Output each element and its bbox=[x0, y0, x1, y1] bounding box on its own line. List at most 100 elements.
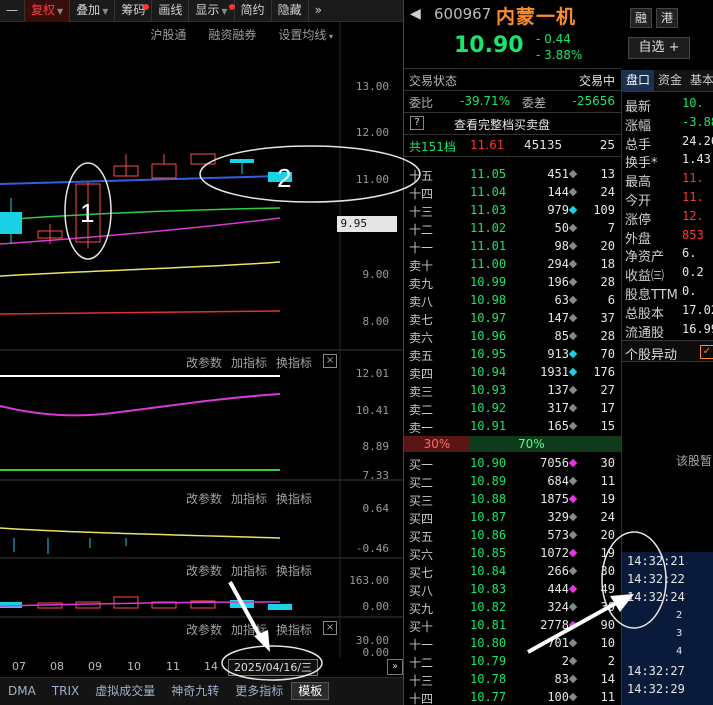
order-book-row[interactable]: 卖一 10.91 165 15 bbox=[404, 418, 621, 436]
order-book-row[interactable]: 买四 10.87 329 24 bbox=[404, 509, 621, 527]
order-level-label: 十三 bbox=[409, 205, 434, 219]
ma-settings-link[interactable]: 设置均线 bbox=[278, 26, 333, 43]
toolbar-display-button[interactable]: 显示 ▼ bbox=[189, 0, 235, 22]
order-book-row[interactable]: 十一 10.80 701 10 bbox=[404, 635, 621, 653]
full-book-row[interactable]: ? 查看完整档买卖盘 bbox=[404, 115, 621, 133]
kline-chart-area[interactable]: 沪股通 融资融券 设置均线 13.00 12.00 11.00 10.00 9.… bbox=[0, 22, 403, 705]
order-book-row[interactable]: 卖九 10.99 196 28 bbox=[404, 274, 621, 292]
hk-connect-link[interactable]: 沪股通 bbox=[150, 26, 186, 43]
margin-tag-button[interactable]: 融 bbox=[630, 8, 652, 28]
order-book-row[interactable]: 卖二 10.92 317 17 bbox=[404, 400, 621, 418]
order-book-row[interactable]: 卖四 10.94 1931 176 bbox=[404, 364, 621, 382]
order-volume: 144 bbox=[547, 185, 569, 199]
anomaly-checkbox[interactable]: ✓ bbox=[700, 345, 713, 359]
order-book-row[interactable]: 买六 10.85 1072 19 bbox=[404, 545, 621, 563]
toolbar-more-button[interactable]: » bbox=[309, 0, 328, 22]
hk-tag-button[interactable]: 港 bbox=[656, 8, 678, 28]
order-book-row[interactable]: 买十 10.81 2778 90 bbox=[404, 617, 621, 635]
info-value: 0. bbox=[682, 284, 697, 298]
order-volume: 324 bbox=[547, 600, 569, 614]
order-book-row[interactable]: 卖十 11.00 294 18 bbox=[404, 256, 621, 274]
toolbar-simple-button[interactable]: 简约 bbox=[235, 0, 272, 22]
order-count: 18 bbox=[600, 257, 615, 271]
order-book-row[interactable]: 买五 10.86 573 20 bbox=[404, 527, 621, 545]
swap-indicator-button[interactable]: 换指标 bbox=[276, 621, 312, 638]
swap-indicator-button[interactable]: 换指标 bbox=[276, 562, 312, 579]
divider bbox=[404, 90, 621, 91]
tab-basic[interactable]: 基本 bbox=[686, 70, 713, 91]
no-anomaly-text: 该股暂 bbox=[676, 454, 713, 468]
diamond-marker-icon bbox=[568, 421, 578, 431]
order-price: 10.87 bbox=[470, 510, 507, 524]
order-book-row[interactable]: 十五 11.05 451 13 bbox=[404, 166, 621, 184]
diamond-marker-icon bbox=[568, 169, 578, 179]
toolbar-hide-button[interactable]: 隐藏 bbox=[272, 0, 309, 22]
fast-forward-icon[interactable]: » bbox=[387, 659, 403, 675]
order-book-row[interactable]: 买三 10.88 1875 19 bbox=[404, 491, 621, 509]
order-book-row[interactable]: 买九 10.82 324 30 bbox=[404, 599, 621, 617]
diamond-marker-icon bbox=[568, 187, 578, 197]
close-icon[interactable]: × bbox=[323, 354, 338, 368]
order-book-row[interactable]: 卖七 10.97 147 37 bbox=[404, 310, 621, 328]
add-indicator-button[interactable]: 加指标 bbox=[231, 490, 267, 507]
tab-handicap[interactable]: 盘口 bbox=[622, 70, 655, 91]
order-book-row[interactable]: 十二 11.02 50 7 bbox=[404, 220, 621, 238]
toolbar-overlay-button[interactable]: 叠加 ▼ bbox=[70, 0, 116, 22]
toolbar-fuquan-button[interactable]: 复权 ▼ bbox=[25, 0, 71, 22]
info-row: 总股本 17.02 bbox=[625, 303, 713, 322]
margin-trading-link[interactable]: 融资融券 bbox=[208, 26, 256, 43]
order-book-row[interactable]: 十一 11.01 98 20 bbox=[404, 238, 621, 256]
indicator-tabs: DMA TRIX 虚拟成交量 神奇九转 更多指标 模板 bbox=[0, 677, 403, 705]
info-row: 涨幅 -3.88 bbox=[625, 115, 713, 134]
full-order-book-link[interactable]: 查看完整档买卖盘 bbox=[454, 116, 550, 133]
tab-funds[interactable]: 资金 bbox=[654, 70, 686, 91]
toolbar-dash[interactable]: — bbox=[0, 0, 25, 22]
change-params-button[interactable]: 改参数 bbox=[186, 354, 222, 371]
help-icon[interactable]: ? bbox=[410, 116, 424, 130]
tick-count: 3 bbox=[676, 628, 683, 639]
diamond-marker-icon bbox=[568, 656, 578, 666]
order-book-row[interactable]: 买二 10.89 684 11 bbox=[404, 473, 621, 491]
order-book-row[interactable]: 买八 10.83 444 49 bbox=[404, 581, 621, 599]
order-book-row[interactable]: 买七 10.84 266 30 bbox=[404, 563, 621, 581]
order-book-row[interactable]: 卖六 10.96 85 28 bbox=[404, 328, 621, 346]
order-volume: 100 bbox=[547, 690, 569, 704]
swap-indicator-button[interactable]: 换指标 bbox=[276, 354, 312, 371]
tab-more-indicators[interactable]: 更多指标 bbox=[227, 678, 291, 705]
change-params-button[interactable]: 改参数 bbox=[186, 490, 222, 507]
order-book-row[interactable]: 十四 11.04 144 24 bbox=[404, 184, 621, 202]
order-book-row[interactable]: 十四 10.77 100 11 bbox=[404, 689, 621, 705]
toolbar-draw-line-button[interactable]: 画线 bbox=[152, 0, 190, 22]
add-indicator-button[interactable]: 加指标 bbox=[231, 354, 267, 371]
order-book-row[interactable]: 卖三 10.93 137 27 bbox=[404, 382, 621, 400]
info-key: 净资产 bbox=[625, 250, 665, 266]
add-to-watchlist-button[interactable]: 自选 + bbox=[628, 37, 690, 59]
order-level-label: 卖一 bbox=[409, 421, 434, 435]
order-price: 10.81 bbox=[470, 618, 507, 632]
toolbar-chips-button[interactable]: 筹码 bbox=[115, 0, 153, 22]
tab-dma[interactable]: DMA bbox=[0, 678, 44, 705]
tick-list[interactable]: 14:32:21 14:32:22 14:32:24 2 3 4 14:32:2… bbox=[622, 552, 713, 705]
tab-trix[interactable]: TRIX bbox=[44, 678, 87, 705]
stock-name[interactable]: 内蒙一机 bbox=[496, 2, 576, 29]
add-indicator-button[interactable]: 加指标 bbox=[231, 621, 267, 638]
swap-indicator-button[interactable]: 换指标 bbox=[276, 490, 312, 507]
indicator-controls: 改参数 加指标 换指标 bbox=[186, 490, 312, 507]
order-book-row[interactable]: 十三 11.03 979 109 bbox=[404, 202, 621, 220]
order-book-row[interactable]: 买一 10.90 7056 30 bbox=[404, 455, 621, 473]
order-book-row[interactable]: 卖八 10.98 63 6 bbox=[404, 292, 621, 310]
info-value: 0.2 bbox=[682, 265, 704, 280]
last-price: 10.90 bbox=[454, 33, 524, 58]
back-arrow-icon[interactable]: ◀ bbox=[410, 6, 421, 22]
tab-magic-nine[interactable]: 神奇九转 bbox=[163, 678, 227, 705]
tab-template[interactable]: 模板 bbox=[291, 682, 330, 700]
order-book-row[interactable]: 卖五 10.95 913 70 bbox=[404, 346, 621, 364]
close-icon[interactable]: × bbox=[323, 621, 338, 635]
date-tick: 09 bbox=[88, 660, 102, 673]
change-params-button[interactable]: 改参数 bbox=[186, 621, 222, 638]
change-params-button[interactable]: 改参数 bbox=[186, 562, 222, 579]
add-indicator-button[interactable]: 加指标 bbox=[231, 562, 267, 579]
order-book-row[interactable]: 十三 10.78 83 14 bbox=[404, 671, 621, 689]
tab-virtual-volume[interactable]: 虚拟成交量 bbox=[87, 678, 163, 705]
order-book-row[interactable]: 十二 10.79 2 2 bbox=[404, 653, 621, 671]
